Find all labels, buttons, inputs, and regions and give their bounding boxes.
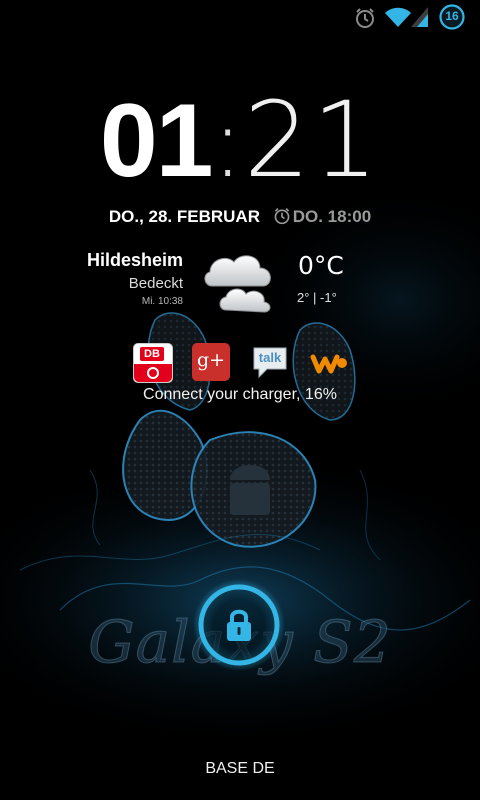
date-text: DO., 28. FEBRUAR <box>108 207 260 226</box>
db-face-icon <box>147 367 159 379</box>
lockscreen-clock: 01:21 <box>0 88 480 193</box>
db-app-icon[interactable]: DB <box>133 343 173 383</box>
google-plus-icon[interactable]: g+ <box>192 343 230 381</box>
clock-minutes: 21 <box>243 79 381 201</box>
cloudy-icon <box>200 248 280 325</box>
weather-condition: Bedeckt <box>128 275 183 292</box>
clock-separator: : <box>211 87 244 199</box>
walkman-icon[interactable] <box>310 343 348 381</box>
talk-label: talk <box>258 350 282 365</box>
lock-icon <box>224 607 254 648</box>
weather-city: Hildesheim <box>86 250 183 270</box>
weather-updated-time: Mi. 10:38 <box>141 296 183 307</box>
signal-icon <box>410 6 430 33</box>
charger-message: Connect your charger, 16% <box>143 386 337 403</box>
weather-temperature: 0°C <box>298 251 344 280</box>
weather-widget[interactable]: Hildesheim Bedeckt Mi. 10:38 0°C 2° | -1… <box>0 248 480 328</box>
db-logo: DB <box>140 347 164 361</box>
next-alarm-text: DO. 18:00 <box>292 207 372 226</box>
weather-range: 2° | -1° <box>297 290 337 305</box>
google-plus-label: g+ <box>196 349 226 371</box>
alarm-clock-icon <box>274 208 290 225</box>
carrier-label: BASE DE <box>205 760 275 777</box>
next-alarm: DO. 18:00 <box>273 207 371 226</box>
wifi-icon <box>384 6 412 33</box>
clock-hours: 01 <box>99 83 214 199</box>
status-bar: 16 <box>0 0 480 34</box>
db-app-band <box>134 364 172 382</box>
talk-icon[interactable]: talk <box>251 343 289 381</box>
unlock-ring[interactable] <box>191 577 287 673</box>
notification-badge: 16 <box>438 4 466 35</box>
date-row: DO., 28. FEBRUAR DO. 18:00 <box>0 207 480 227</box>
app-shortcuts: DB g+ talk <box>0 343 480 383</box>
alarm-icon <box>354 7 376 34</box>
notification-badge-count: 16 <box>445 9 459 23</box>
